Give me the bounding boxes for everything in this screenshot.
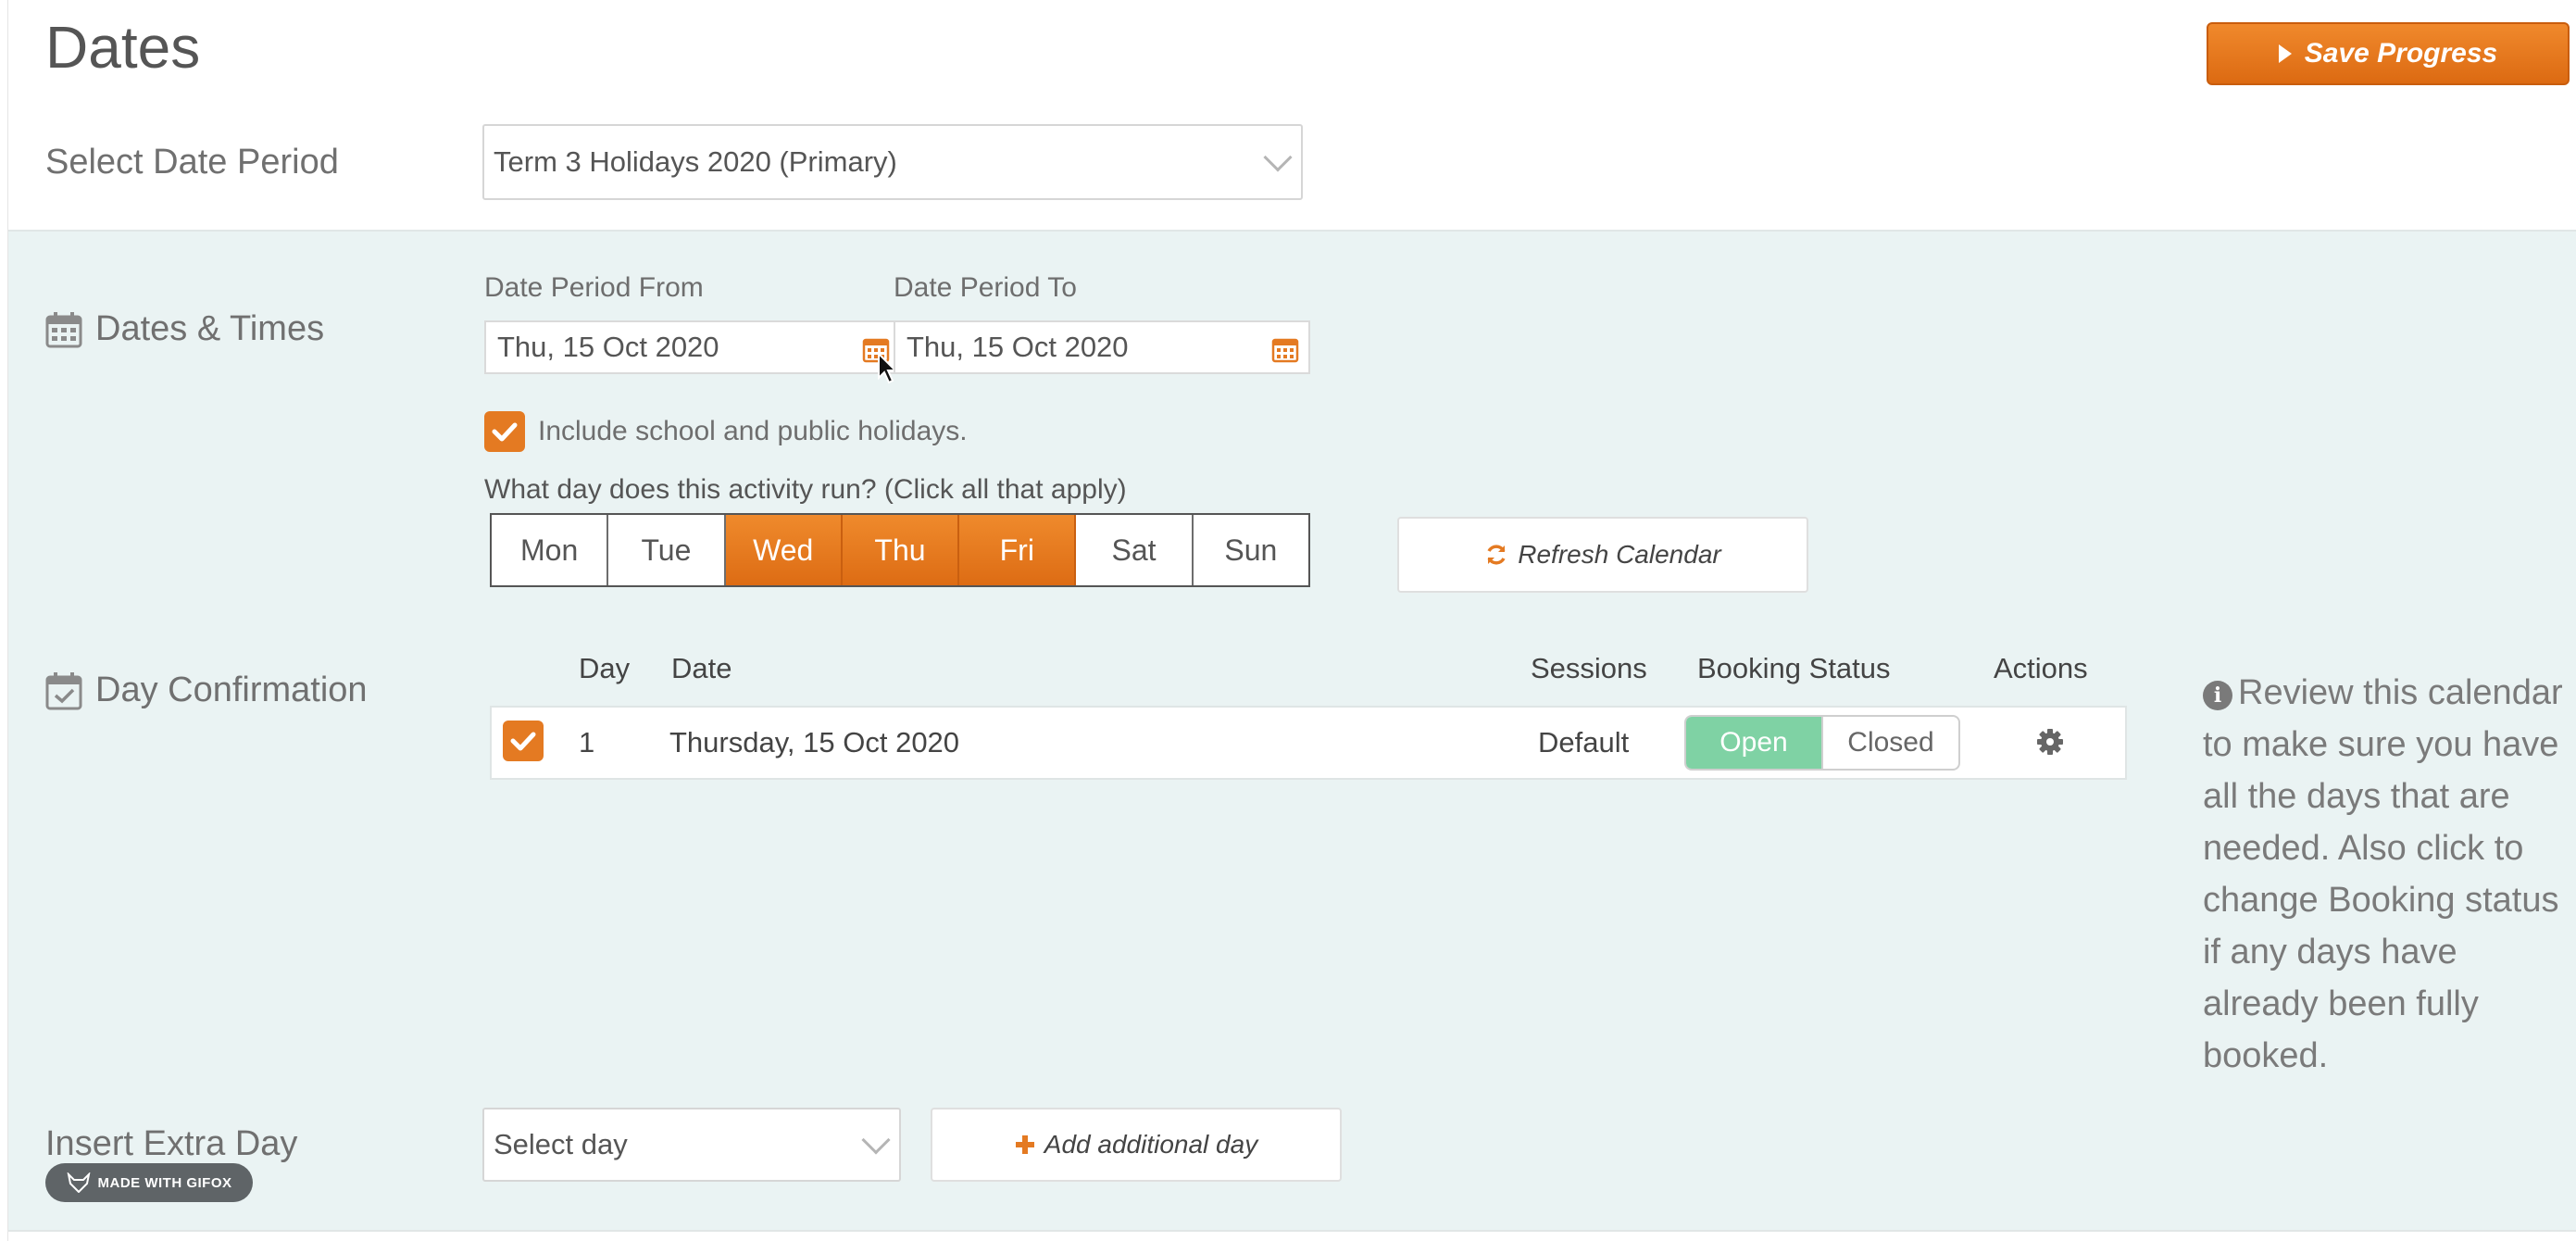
row-day: 1 — [579, 726, 595, 758]
arrow-right-icon — [2278, 44, 2292, 63]
page: Dates Save Progress Select Date Period T… — [7, 0, 2576, 1241]
day-toggle-fri[interactable]: Fri — [959, 515, 1077, 585]
date-period-value: Term 3 Holidays 2020 (Primary) — [494, 145, 897, 178]
day-toggle-sat[interactable]: Sat — [1076, 515, 1194, 585]
days-question: What day does this activity run? (Click … — [484, 474, 1127, 505]
add-additional-day-button[interactable]: Add additional day — [931, 1108, 1342, 1182]
calendar-check-icon — [45, 671, 82, 709]
checkmark-icon — [492, 422, 518, 442]
booking-status-toggle: Open Closed — [1684, 715, 1960, 771]
date-from-label: Date Period From — [484, 272, 704, 303]
row-checkbox[interactable] — [503, 721, 544, 761]
save-progress-button[interactable]: Save Progress — [2207, 22, 2570, 85]
gear-icon[interactable] — [2036, 728, 2064, 756]
fox-logo-icon — [67, 1172, 90, 1193]
calendar-icon — [45, 311, 82, 347]
extra-day-label: Insert Extra Day — [45, 1124, 298, 1163]
row-sessions: Default — [1538, 726, 1630, 758]
column-header-actions: Actions — [1994, 652, 2088, 684]
include-holidays-checkbox[interactable] — [484, 411, 525, 452]
date-to-label: Date Period To — [894, 272, 1077, 303]
add-additional-day-label: Add additional day — [1044, 1130, 1258, 1159]
day-toggle-sun[interactable]: Sun — [1194, 515, 1308, 585]
day-toggle-thu[interactable]: Thu — [842, 515, 960, 585]
day-confirmation-label: Day Confirmation — [95, 671, 368, 709]
refresh-calendar-button[interactable]: Refresh Calendar — [1397, 517, 1808, 593]
page-title: Dates — [45, 14, 201, 81]
info-icon: i — [2203, 681, 2232, 710]
date-period-label: Select Date Period — [45, 143, 339, 182]
calendar-icon[interactable] — [1271, 335, 1299, 363]
date-to-value: Thu, 15 Oct 2020 — [907, 331, 1129, 363]
chevron-down-icon — [861, 1125, 891, 1155]
watermark-text: MADE WITH GIFOX — [97, 1174, 232, 1191]
chevron-down-icon — [1263, 143, 1293, 172]
include-holidays-label: Include school and public holidays. — [538, 416, 968, 446]
include-holidays-row: Include school and public holidays. — [484, 411, 968, 452]
bottom-divider — [8, 1230, 2576, 1241]
extra-day-placeholder: Select day — [494, 1128, 628, 1160]
column-header-day: Day — [579, 652, 631, 684]
day-toggle-mon[interactable]: Mon — [492, 515, 609, 585]
day-toggle-wed[interactable]: Wed — [725, 515, 843, 585]
refresh-icon — [1487, 545, 1506, 565]
status-open-button[interactable]: Open — [1686, 717, 1821, 769]
refresh-calendar-label: Refresh Calendar — [1518, 540, 1721, 569]
date-from-field[interactable]: Thu, 15 Oct 2020 — [484, 320, 901, 374]
date-to-field[interactable]: Thu, 15 Oct 2020 — [894, 320, 1310, 374]
day-toggle-tue[interactable]: Tue — [608, 515, 726, 585]
gifox-watermark: MADE WITH GIFOX — [45, 1163, 253, 1202]
column-header-sessions: Sessions — [1531, 652, 1647, 684]
date-period-select[interactable]: Term 3 Holidays 2020 (Primary) — [482, 124, 1303, 200]
day-selector: Mon Tue Wed Thu Fri Sat Sun — [490, 513, 1310, 587]
extra-day-select[interactable]: Select day — [482, 1108, 901, 1182]
column-header-booking-status: Booking Status — [1697, 652, 1891, 684]
row-date: Thursday, 15 Oct 2020 — [669, 726, 960, 758]
dates-times-heading: Dates & Times — [45, 309, 324, 349]
info-text: Review this calendar to make sure you ha… — [2203, 673, 2563, 1075]
date-from-value: Thu, 15 Oct 2020 — [497, 331, 719, 363]
save-progress-label: Save Progress — [2304, 38, 2498, 69]
dates-times-label: Dates & Times — [95, 309, 325, 348]
status-closed-button[interactable]: Closed — [1821, 717, 1958, 769]
plus-icon — [1015, 1135, 1034, 1154]
checkmark-icon — [510, 732, 536, 751]
info-panel: i Review this calendar to make sure you h… — [2203, 667, 2573, 1082]
column-header-date: Date — [671, 652, 732, 684]
day-confirmation-heading: Day Confirmation — [45, 671, 368, 710]
